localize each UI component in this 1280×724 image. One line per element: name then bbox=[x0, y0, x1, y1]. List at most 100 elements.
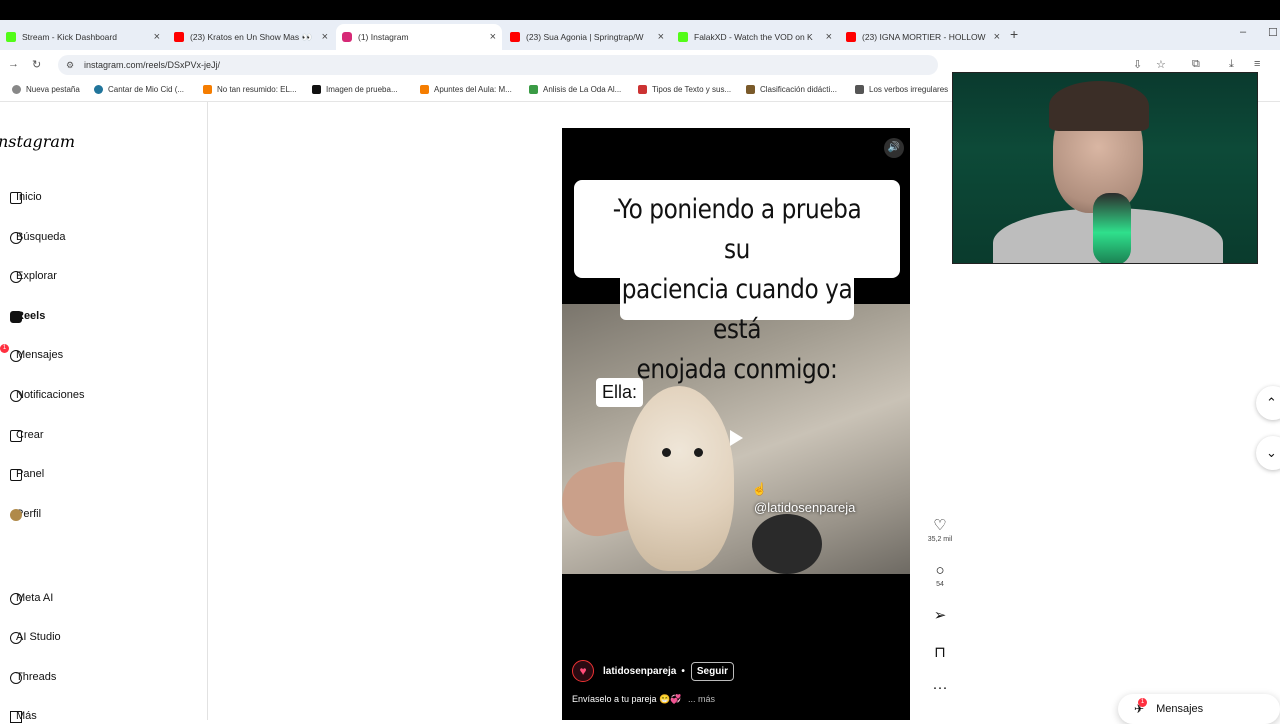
previous-reel-button[interactable]: ⌃ bbox=[1256, 386, 1280, 420]
bookmark-item[interactable]: Tipos de Texto y sus... bbox=[638, 85, 731, 94]
tab-kick-dashboard[interactable]: Stream - Kick Dashboard × bbox=[0, 24, 166, 50]
reel-caption: -Yo poniendo a prueba su paciencia cuand… bbox=[597, 190, 877, 390]
bookmark-item[interactable]: Clasificación didácti... bbox=[746, 85, 837, 94]
bookmark-label: Clasificación didácti... bbox=[760, 85, 837, 94]
reel-username[interactable]: latidosenpareja bbox=[603, 666, 676, 677]
microphone-image bbox=[1093, 193, 1131, 263]
reel-author: ♥ latidosenpareja • Seguir bbox=[572, 660, 734, 682]
messages-label: Mensajes bbox=[1156, 703, 1204, 715]
reading-list-icon[interactable]: ≡ bbox=[1254, 58, 1260, 70]
sidebar-item-explorar[interactable]: Explorar bbox=[10, 270, 57, 283]
reel-video-player[interactable]: -Yo poniendo a prueba su paciencia cuand… bbox=[562, 128, 910, 720]
sidebar-item-label: Mensajes bbox=[16, 349, 64, 361]
play-icon[interactable] bbox=[730, 430, 743, 446]
tab-strip: Stream - Kick Dashboard × (23) Kratos en… bbox=[0, 20, 1280, 50]
tab-title: (1) Instagram bbox=[358, 32, 409, 42]
tab-kratos[interactable]: (23) Kratos en Un Show Mas 👀 × bbox=[168, 24, 334, 50]
star-icon[interactable]: ☆ bbox=[1156, 58, 1166, 71]
bookmark-item[interactable]: Nueva pestaña bbox=[12, 85, 80, 94]
sidebar-item-busqueda[interactable]: Búsqueda bbox=[10, 231, 66, 244]
close-icon[interactable]: × bbox=[826, 31, 832, 43]
tab-title: (23) IGNA MORTIER - HOLLOW bbox=[862, 32, 986, 42]
url-field[interactable]: ⚙ instagram.com/reels/DSxPVx-jeJj/ bbox=[58, 55, 938, 75]
search-icon bbox=[10, 232, 22, 244]
comment-icon: ○ bbox=[935, 562, 945, 579]
sidebar-item-notificaciones[interactable]: Notificaciones bbox=[10, 389, 84, 402]
sidebar-item-inicio[interactable]: Inicio bbox=[10, 191, 42, 204]
forward-icon[interactable]: → bbox=[8, 58, 19, 70]
plus-icon bbox=[10, 430, 22, 442]
sidebar-item-mas[interactable]: Más bbox=[10, 710, 37, 723]
new-tab-button[interactable]: + bbox=[1010, 26, 1018, 42]
bookmark-item[interactable]: Apuntes del Aula: M... bbox=[420, 85, 512, 94]
caption-line: paciencia cuando ya está bbox=[621, 274, 853, 345]
sidebar-item-threads[interactable]: Threads bbox=[10, 671, 57, 684]
tab-title: (23) Kratos en Un Show Mas 👀 bbox=[190, 31, 313, 42]
doc-icon bbox=[638, 85, 647, 94]
bookmark-label: Nueva pestaña bbox=[26, 85, 80, 94]
tab-igna-mortier[interactable]: (23) IGNA MORTIER - HOLLOW × bbox=[840, 24, 1006, 50]
sidebar-item-crear[interactable]: Crear bbox=[10, 429, 44, 442]
sidebar-item-meta-ai[interactable]: Meta AI bbox=[10, 592, 53, 605]
instagram-logo[interactable]: nstagram bbox=[0, 132, 75, 151]
bookmark-item[interactable]: Imagen de prueba... bbox=[312, 85, 398, 94]
maximize-icon[interactable]: ☐ bbox=[1268, 26, 1278, 39]
home-icon bbox=[10, 192, 22, 204]
bookmark-item[interactable]: Los verbos irregulares bbox=[855, 85, 948, 94]
sidebar-item-panel[interactable]: Panel bbox=[10, 468, 44, 481]
close-icon[interactable]: × bbox=[994, 31, 1000, 43]
instagram-icon bbox=[342, 32, 352, 42]
tab-instagram[interactable]: (1) Instagram × bbox=[336, 24, 502, 50]
messages-badge: 1 bbox=[0, 344, 9, 353]
close-icon[interactable]: × bbox=[154, 31, 160, 43]
save-button[interactable]: ⊓ bbox=[926, 643, 954, 661]
tab-title: FalakXD - Watch the VOD on K bbox=[694, 32, 813, 42]
chart-icon bbox=[10, 469, 22, 481]
bookmark-item[interactable]: Anlisis de La Oda Al... bbox=[529, 85, 621, 94]
heart-avatar-icon[interactable]: ♥ bbox=[572, 660, 594, 682]
install-app-icon[interactable]: ⇩ bbox=[1133, 58, 1142, 71]
sidebar-item-perfil[interactable]: Perfil bbox=[10, 508, 41, 521]
sidebar-item-reels[interactable]: Reels bbox=[10, 310, 45, 323]
reload-icon[interactable]: ↻ bbox=[32, 58, 41, 71]
ai-studio-icon bbox=[10, 632, 22, 644]
next-reel-button[interactable]: ⌄ bbox=[1256, 436, 1280, 470]
sidebar-item-label: Explorar bbox=[16, 270, 57, 282]
bookmark-label: Tipos de Texto y sus... bbox=[652, 85, 732, 94]
sidebar-item-ai-studio[interactable]: AI Studio bbox=[10, 631, 61, 644]
download-icon[interactable]: ⤓ bbox=[1229, 58, 1234, 71]
close-icon[interactable]: × bbox=[658, 31, 664, 43]
close-icon[interactable]: × bbox=[322, 31, 328, 43]
kick-icon bbox=[6, 32, 16, 42]
send-icon: ➢ bbox=[933, 607, 947, 624]
dog-image bbox=[624, 386, 734, 571]
tab-falakxd[interactable]: FalakXD - Watch the VOD on K × bbox=[672, 24, 838, 50]
blogger-icon bbox=[203, 85, 212, 94]
heart-icon: ♡ bbox=[933, 517, 947, 534]
extensions-icon[interactable]: ⧉ bbox=[1192, 58, 1200, 71]
bookmark-item[interactable]: Cantar de Mio Cid (... bbox=[94, 85, 184, 94]
tab-title: Stream - Kick Dashboard bbox=[22, 32, 117, 42]
follow-button[interactable]: Seguir bbox=[690, 661, 734, 681]
minimize-icon[interactable]: – bbox=[1240, 26, 1246, 38]
bookmark-item[interactable]: No tan resumido: EL... bbox=[203, 85, 297, 94]
close-icon[interactable]: × bbox=[490, 31, 496, 43]
mouse-cursor-icon: ☝ bbox=[752, 482, 767, 496]
more-link[interactable]: ... más bbox=[688, 694, 715, 704]
like-button[interactable]: ♡ 35,2 mil bbox=[926, 516, 954, 543]
more-options-button[interactable]: ··· bbox=[926, 679, 954, 696]
tab-sua-agonia[interactable]: (23) Sua Agonia | Springtrap/W × bbox=[504, 24, 670, 50]
doc-icon bbox=[746, 85, 755, 94]
volume-icon[interactable]: 🔊 bbox=[884, 138, 904, 158]
comment-button[interactable]: ○ 54 bbox=[926, 562, 954, 588]
site-info-icon[interactable]: ⚙ bbox=[66, 60, 76, 70]
bookmark-label: Los verbos irregulares bbox=[869, 85, 949, 94]
sidebar-item-mensajes[interactable]: Mensajes bbox=[10, 349, 64, 362]
avatar-icon bbox=[10, 509, 22, 521]
more-icon: ··· bbox=[932, 679, 948, 696]
doc-icon bbox=[855, 85, 864, 94]
share-button[interactable]: ➢ bbox=[926, 606, 954, 624]
blogger-icon bbox=[420, 85, 429, 94]
separator-dot: • bbox=[681, 665, 685, 677]
sidebar-item-label: Threads bbox=[16, 671, 57, 683]
